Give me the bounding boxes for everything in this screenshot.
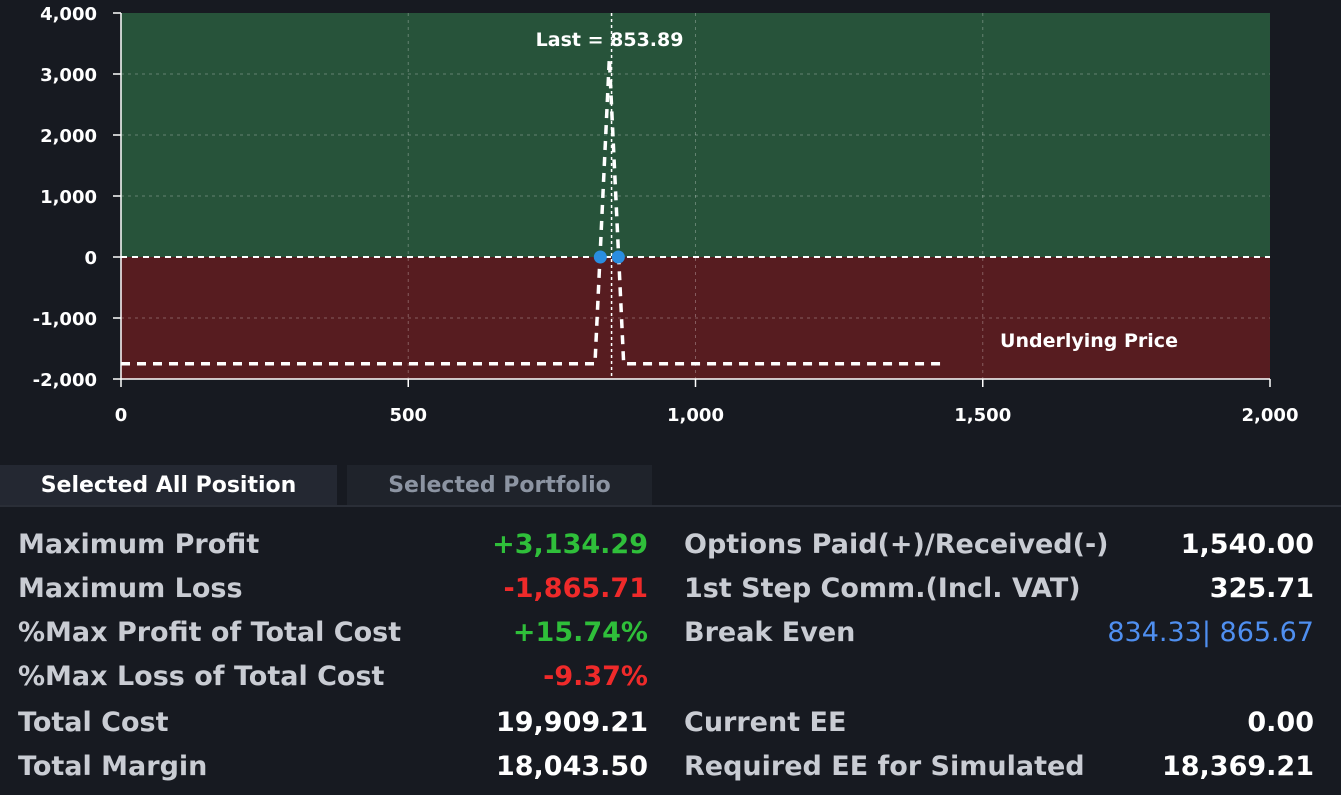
x-tick-label: 500: [389, 405, 427, 426]
x-tick-label: 2,000: [1242, 405, 1299, 426]
x-tick-label: 1,000: [667, 405, 724, 426]
payoff-chart: 4,000 3,000 2,000 1,000 0 -1,000 -2,000 0 500 1,0…: [33, 4, 1299, 426]
max-profit-value: +3,134.29: [492, 529, 648, 560]
y-tick-label: 3,000: [40, 65, 97, 86]
last-price-label: Last = 853.89: [536, 29, 684, 51]
y-tick-label: -2,000: [33, 370, 97, 391]
break-even-point: [611, 250, 625, 264]
y-tick-label: 0: [84, 248, 97, 269]
x-axis-label: Underlying Price: [1000, 330, 1178, 352]
tab-divider: [0, 505, 1341, 507]
total-cost-label: Total Cost: [18, 707, 169, 738]
current-ee-value: 0.00: [1247, 707, 1314, 738]
pct-max-profit-value: +15.74%: [512, 617, 648, 648]
y-tick-label: 2,000: [40, 126, 97, 147]
max-profit-label: Maximum Profit: [18, 529, 260, 560]
options-paid-label: Options Paid(+)/Received(-): [684, 529, 1109, 560]
current-ee-label: Current EE: [684, 707, 847, 738]
total-cost-value: 19,909.21: [495, 707, 648, 738]
max-loss-label: Maximum Loss: [18, 573, 243, 604]
break-even-point: [593, 250, 607, 264]
break-even-value: 834.33| 865.67: [1107, 617, 1314, 648]
position-tabs: Selected All Position Selected Portfolio: [0, 465, 1341, 507]
break-even-label: Break Even: [684, 617, 856, 648]
y-tick-label: 1,000: [40, 187, 97, 208]
first-step-comm-value: 325.71: [1209, 573, 1314, 604]
total-margin-value: 18,043.50: [495, 751, 648, 782]
tab-selected-all-position[interactable]: Selected All Position: [0, 465, 337, 507]
tab-selected-portfolio[interactable]: Selected Portfolio: [347, 465, 652, 507]
required-ee-label: Required EE for Simulated: [684, 751, 1085, 782]
required-ee-value: 18,369.21: [1161, 751, 1314, 782]
y-tick-label: -1,000: [33, 309, 97, 330]
x-tick-label: 0: [115, 405, 128, 426]
pct-max-loss-value: -9.37%: [543, 661, 648, 692]
first-step-comm-label: 1st Step Comm.(Incl. VAT): [684, 573, 1081, 604]
x-tick-label: 1,500: [954, 405, 1011, 426]
pct-max-loss-label: %Max Loss of Total Cost: [18, 661, 385, 692]
max-loss-value: -1,865.71: [503, 573, 648, 604]
pct-max-profit-label: %Max Profit of Total Cost: [18, 617, 402, 648]
y-tick-label: 4,000: [40, 4, 97, 25]
options-paid-value: 1,540.00: [1180, 529, 1314, 560]
total-margin-label: Total Margin: [18, 751, 208, 782]
